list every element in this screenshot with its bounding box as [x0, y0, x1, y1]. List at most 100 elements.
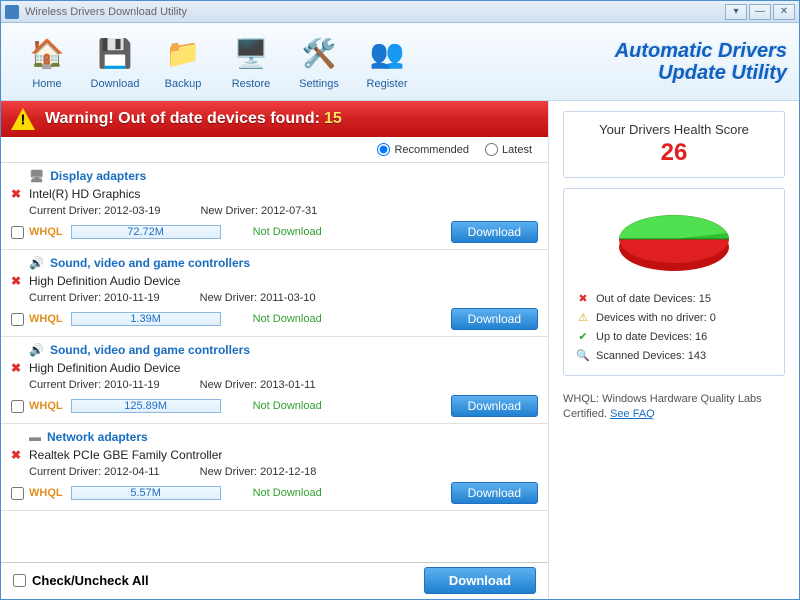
category-icon: 🔊 [29, 343, 44, 357]
whql-badge: WHQL [29, 226, 63, 238]
download-button[interactable]: 💾Download [81, 34, 149, 90]
register-icon: 👥 [367, 34, 407, 74]
device-checkbox[interactable] [11, 487, 24, 500]
device-category: ▬Network adapters [11, 430, 538, 444]
download-status: Not Download [253, 487, 322, 499]
health-value: 26 [576, 139, 772, 167]
category-icon: 🖥 [29, 169, 44, 183]
list-footer: Check/Uncheck All Download [1, 562, 548, 598]
device-category: 🔊Sound, video and game controllers [11, 256, 538, 270]
download-item-button[interactable]: Download [451, 308, 538, 330]
brand-text: Automatic Drivers Update Utility [615, 40, 787, 84]
check-all-input[interactable] [13, 574, 26, 587]
device-row2: WHQL72.72MNot DownloadDownload [11, 221, 538, 243]
size-bar: 125.89M [71, 399, 221, 413]
warning-text: Warning! Out of date devices found: [45, 110, 320, 128]
stat-nodriver-text: Devices with no driver: 0 [596, 312, 716, 324]
outdated-icon: ✖ [11, 361, 21, 375]
warning-count: 15 [324, 110, 342, 128]
health-title: Your Drivers Health Score [576, 122, 772, 137]
device-item: 🖥 Display adapters ✖Intel(R) HD Graphics Cu… [1, 163, 548, 250]
radio-recommended-label: Recommended [394, 144, 469, 156]
new-driver: New Driver: 2013-01-11 [200, 379, 316, 391]
category-label: Network adapters [47, 430, 148, 444]
settings-icon: 🛠️ [299, 34, 339, 74]
device-item: ▬Network adapters ✖ Realtek PCIe GBE Famil… [1, 424, 548, 511]
device-row2: WHQL 5.57M Not Download Download [11, 482, 538, 504]
device-checkbox[interactable] [11, 400, 24, 413]
backup-button[interactable]: 📁Backup [149, 34, 217, 90]
device-name-row: ✖Intel(R) HD Graphics [11, 187, 538, 201]
outdated-icon: ✖ [11, 448, 21, 462]
size-bar: 1.39M [71, 312, 221, 326]
download-item-button[interactable]: Download [451, 221, 538, 243]
backup-label: Backup [165, 78, 202, 90]
current-driver: Current Driver: 2010-11-19 [29, 292, 160, 304]
device-name-row: ✖ High Definition Audio Device [11, 361, 538, 375]
close-button[interactable]: ✕ [773, 4, 795, 20]
device-row2: WHQL125.89MNot DownloadDownload [11, 395, 538, 417]
device-category: 🔊Sound, video and game controllers [11, 343, 538, 357]
device-list[interactable]: 🖥Display adapters✖Intel(R) HD GraphicsCu… [1, 163, 548, 562]
download-item-button[interactable]: Download [451, 395, 538, 417]
home-icon: 🏠 [27, 34, 67, 74]
new-driver: New Driver: 2012-12-18 [200, 466, 317, 478]
current-driver: Current Driver: 2012-04-11 [29, 466, 160, 478]
whql-badge: WHQL [29, 400, 63, 412]
device-name-row: ✖ Realtek PCIe GBE Family Controller [11, 448, 538, 462]
device-dates: Current Driver: 2010-11-19New Driver: 20… [11, 292, 538, 304]
restore-button[interactable]: 🖥️Restore [217, 34, 285, 90]
register-button[interactable]: 👥 Register [353, 34, 421, 90]
home-label: Home [32, 78, 61, 90]
device-checkbox[interactable] [11, 313, 24, 326]
size-bar: 5.57M [71, 486, 221, 500]
settings-button[interactable]: 🛠️Settings [285, 34, 353, 90]
radio-recommended[interactable]: Recommended [377, 143, 469, 156]
register-label: Register [367, 78, 408, 90]
device-item: 🔊Sound, video and game controllers ✖ High … [1, 337, 548, 424]
right-pane: Your Drivers Health Score 26 ✖Out of dat… [549, 101, 799, 598]
device-name: Realtek PCIe GBE Family Controller [29, 448, 222, 462]
whql-note: WHQL: Windows Hardware Quality Labs Cert… [563, 392, 785, 423]
download-status: Not Download [253, 313, 322, 325]
restore-label: Restore [232, 78, 271, 90]
warning-banner: ! Warning! Out of date devices found: 15 [1, 101, 548, 137]
radio-latest-input[interactable] [485, 143, 498, 156]
radio-recommended-input[interactable] [377, 143, 390, 156]
download-all-button[interactable]: Download [424, 567, 536, 594]
check-icon: ✔ [576, 330, 590, 343]
whql-badge: WHQL [29, 313, 63, 325]
brand-line1: Automatic Drivers [615, 40, 787, 62]
home-button[interactable]: 🏠 Home [13, 34, 81, 90]
minimize-button[interactable]: — [749, 4, 771, 20]
toolbar: 🏠 Home 💾Download 📁Backup 🖥️Restore 🛠️Sett… [1, 23, 799, 101]
faq-link[interactable]: See FAQ [610, 408, 655, 420]
warning-icon: ! [11, 108, 35, 130]
device-dates: Current Driver: 2010-11-19 New Driver: 20… [11, 379, 538, 391]
device-name-row: ✖High Definition Audio Device [11, 274, 538, 288]
download-item-button[interactable]: Download [451, 482, 538, 504]
brand-line2: Update Utility [615, 62, 787, 84]
x-icon: ✖ [576, 292, 590, 305]
app-icon [5, 5, 19, 19]
stats-panel: ✖Out of date Devices: 15 ⚠Devices with n… [563, 188, 785, 376]
device-checkbox[interactable] [11, 226, 24, 239]
device-name: Intel(R) HD Graphics [29, 187, 140, 201]
health-panel: Your Drivers Health Score 26 [563, 111, 785, 178]
whql-badge: WHQL [29, 487, 63, 499]
stat-uptodate: ✔Up to date Devices: 16 [576, 327, 772, 346]
current-driver: Current Driver: 2010-11-19 [29, 379, 160, 391]
category-label: Display adapters [50, 169, 146, 183]
search-icon: 🔍 [576, 349, 590, 362]
stat-scanned: 🔍Scanned Devices: 143 [576, 346, 772, 365]
device-name: High Definition Audio Device [29, 361, 180, 375]
window-title: Wireless Drivers Download Utility [25, 6, 723, 18]
stats-list: ✖Out of date Devices: 15 ⚠Devices with n… [576, 289, 772, 365]
radio-latest[interactable]: Latest [485, 143, 532, 156]
device-category: 🖥 Display adapters [11, 169, 538, 183]
titlebar: Wireless Drivers Download Utility ▾ — ✕ [1, 1, 799, 23]
check-all[interactable]: Check/Uncheck All [13, 573, 149, 588]
sysmenu-button[interactable]: ▾ [725, 4, 747, 20]
left-pane: ! Warning! Out of date devices found: 15… [1, 101, 549, 598]
device-dates: Current Driver: 2012-03-19New Driver: 20… [11, 205, 538, 217]
